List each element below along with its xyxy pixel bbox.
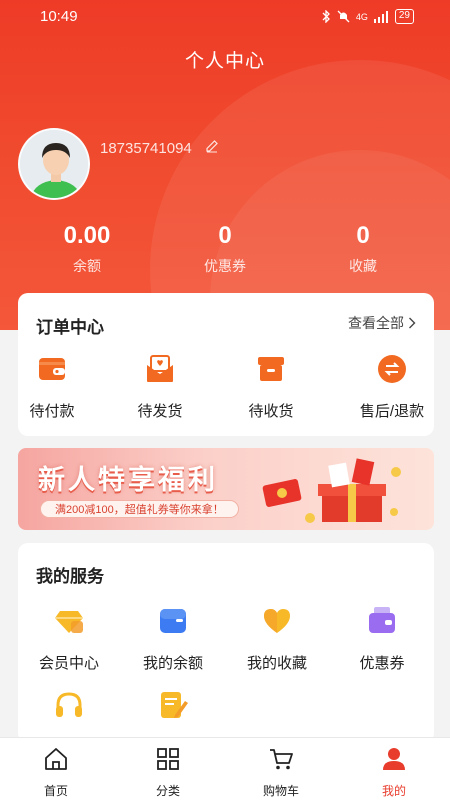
new-user-promo-banner[interactable]: 新人特享福利 满200减100，超值礼券等你来拿！ (18, 448, 434, 530)
gift-box-icon (262, 458, 401, 523)
wallet-card-icon (160, 609, 186, 633)
avatar[interactable] (18, 128, 90, 200)
signal-icon (373, 10, 388, 23)
service-member-center[interactable]: 会员中心 (17, 605, 121, 673)
status-time: 10:49 (40, 8, 78, 25)
order-item-label: 售后/退款 (359, 403, 425, 420)
stat-balance[interactable]: 0.00 余额 (22, 222, 152, 276)
banner-title: 新人特享福利 (38, 465, 218, 495)
stat-label: 优惠券 (204, 258, 246, 274)
service-label: 我的收藏 (246, 655, 307, 672)
tab-label: 分类 (155, 784, 180, 798)
stat-label: 收藏 (349, 258, 377, 274)
status-bar: 10:49 4G 29 (0, 0, 450, 34)
exchange-icon (378, 355, 406, 383)
tab-label: 我的 (381, 784, 406, 798)
order-center-title: 订单中心 (36, 318, 104, 337)
order-pending-payment[interactable]: 待付款 (0, 353, 104, 421)
tab-cart[interactable]: 购物车 (236, 746, 326, 799)
bluetooth-icon (322, 10, 330, 23)
service-label: 优惠券 (359, 655, 405, 672)
order-pending-receipt[interactable]: 待收货 (219, 353, 323, 421)
order-item-label: 待付款 (29, 403, 75, 420)
coupon-icon (369, 607, 395, 633)
diamond-icon (55, 611, 83, 633)
cart-icon (270, 749, 293, 770)
tab-home[interactable]: 首页 (11, 746, 101, 799)
order-item-label: 待发货 (137, 403, 183, 420)
user-icon (383, 748, 405, 770)
services-title: 我的服务 (36, 567, 104, 586)
stat-value: 0 (356, 222, 370, 249)
bottom-tab-bar: 首页 分类 购物车 我的 (0, 737, 450, 800)
stat-label: 余额 (73, 258, 101, 274)
service-coupons[interactable]: 优惠券 (330, 605, 434, 673)
network-label: 4G (355, 11, 368, 22)
service-notes[interactable] (121, 689, 225, 736)
banner-subtitle: 满200减100，超值礼券等你来拿！ (40, 500, 239, 518)
order-center-card: 订单中心 查看全部 待付款 待发货 待收货 售后/退款 (18, 293, 434, 436)
tab-label: 首页 (43, 784, 68, 798)
tab-mine[interactable]: 我的 (349, 746, 439, 799)
order-after-sales[interactable]: 售后/退款 (340, 353, 444, 421)
home-icon (45, 748, 67, 770)
view-all-label: 查看全部 (348, 315, 404, 331)
order-pending-shipment[interactable]: 待发货 (108, 353, 212, 421)
page-title: 个人中心 (184, 51, 265, 72)
box-icon (258, 357, 284, 381)
headset-icon (56, 692, 82, 717)
notepad-icon (161, 692, 188, 718)
my-services-card: 我的服务 会员中心 我的余额 我的收藏 优惠券 (18, 543, 434, 743)
edit-icon[interactable] (205, 139, 219, 158)
phone-number: 18735741094 (100, 140, 192, 157)
service-customer-support[interactable] (17, 689, 121, 736)
tab-label: 购物车 (262, 784, 299, 798)
service-my-balance[interactable]: 我的余额 (121, 605, 225, 673)
service-label: 会员中心 (38, 655, 99, 672)
view-all-orders-link[interactable]: 查看全部 (348, 313, 416, 333)
chevron-right-icon (409, 317, 416, 329)
wallet-icon (39, 358, 65, 380)
stat-favorites[interactable]: 0 收藏 (298, 222, 428, 276)
service-my-favorites[interactable]: 我的收藏 (225, 605, 329, 673)
grid-icon (157, 748, 179, 770)
service-label: 我的余额 (142, 655, 203, 672)
heart-icon (264, 609, 290, 633)
envelope-heart-icon (147, 355, 173, 382)
battery-icon: 29 (394, 9, 414, 24)
order-item-label: 待收货 (248, 403, 294, 420)
stat-coupons[interactable]: 0 优惠券 (160, 222, 290, 276)
tab-category[interactable]: 分类 (123, 746, 213, 799)
stat-value: 0.00 (63, 222, 111, 249)
mute-icon (337, 10, 350, 23)
stat-value: 0 (218, 222, 232, 249)
